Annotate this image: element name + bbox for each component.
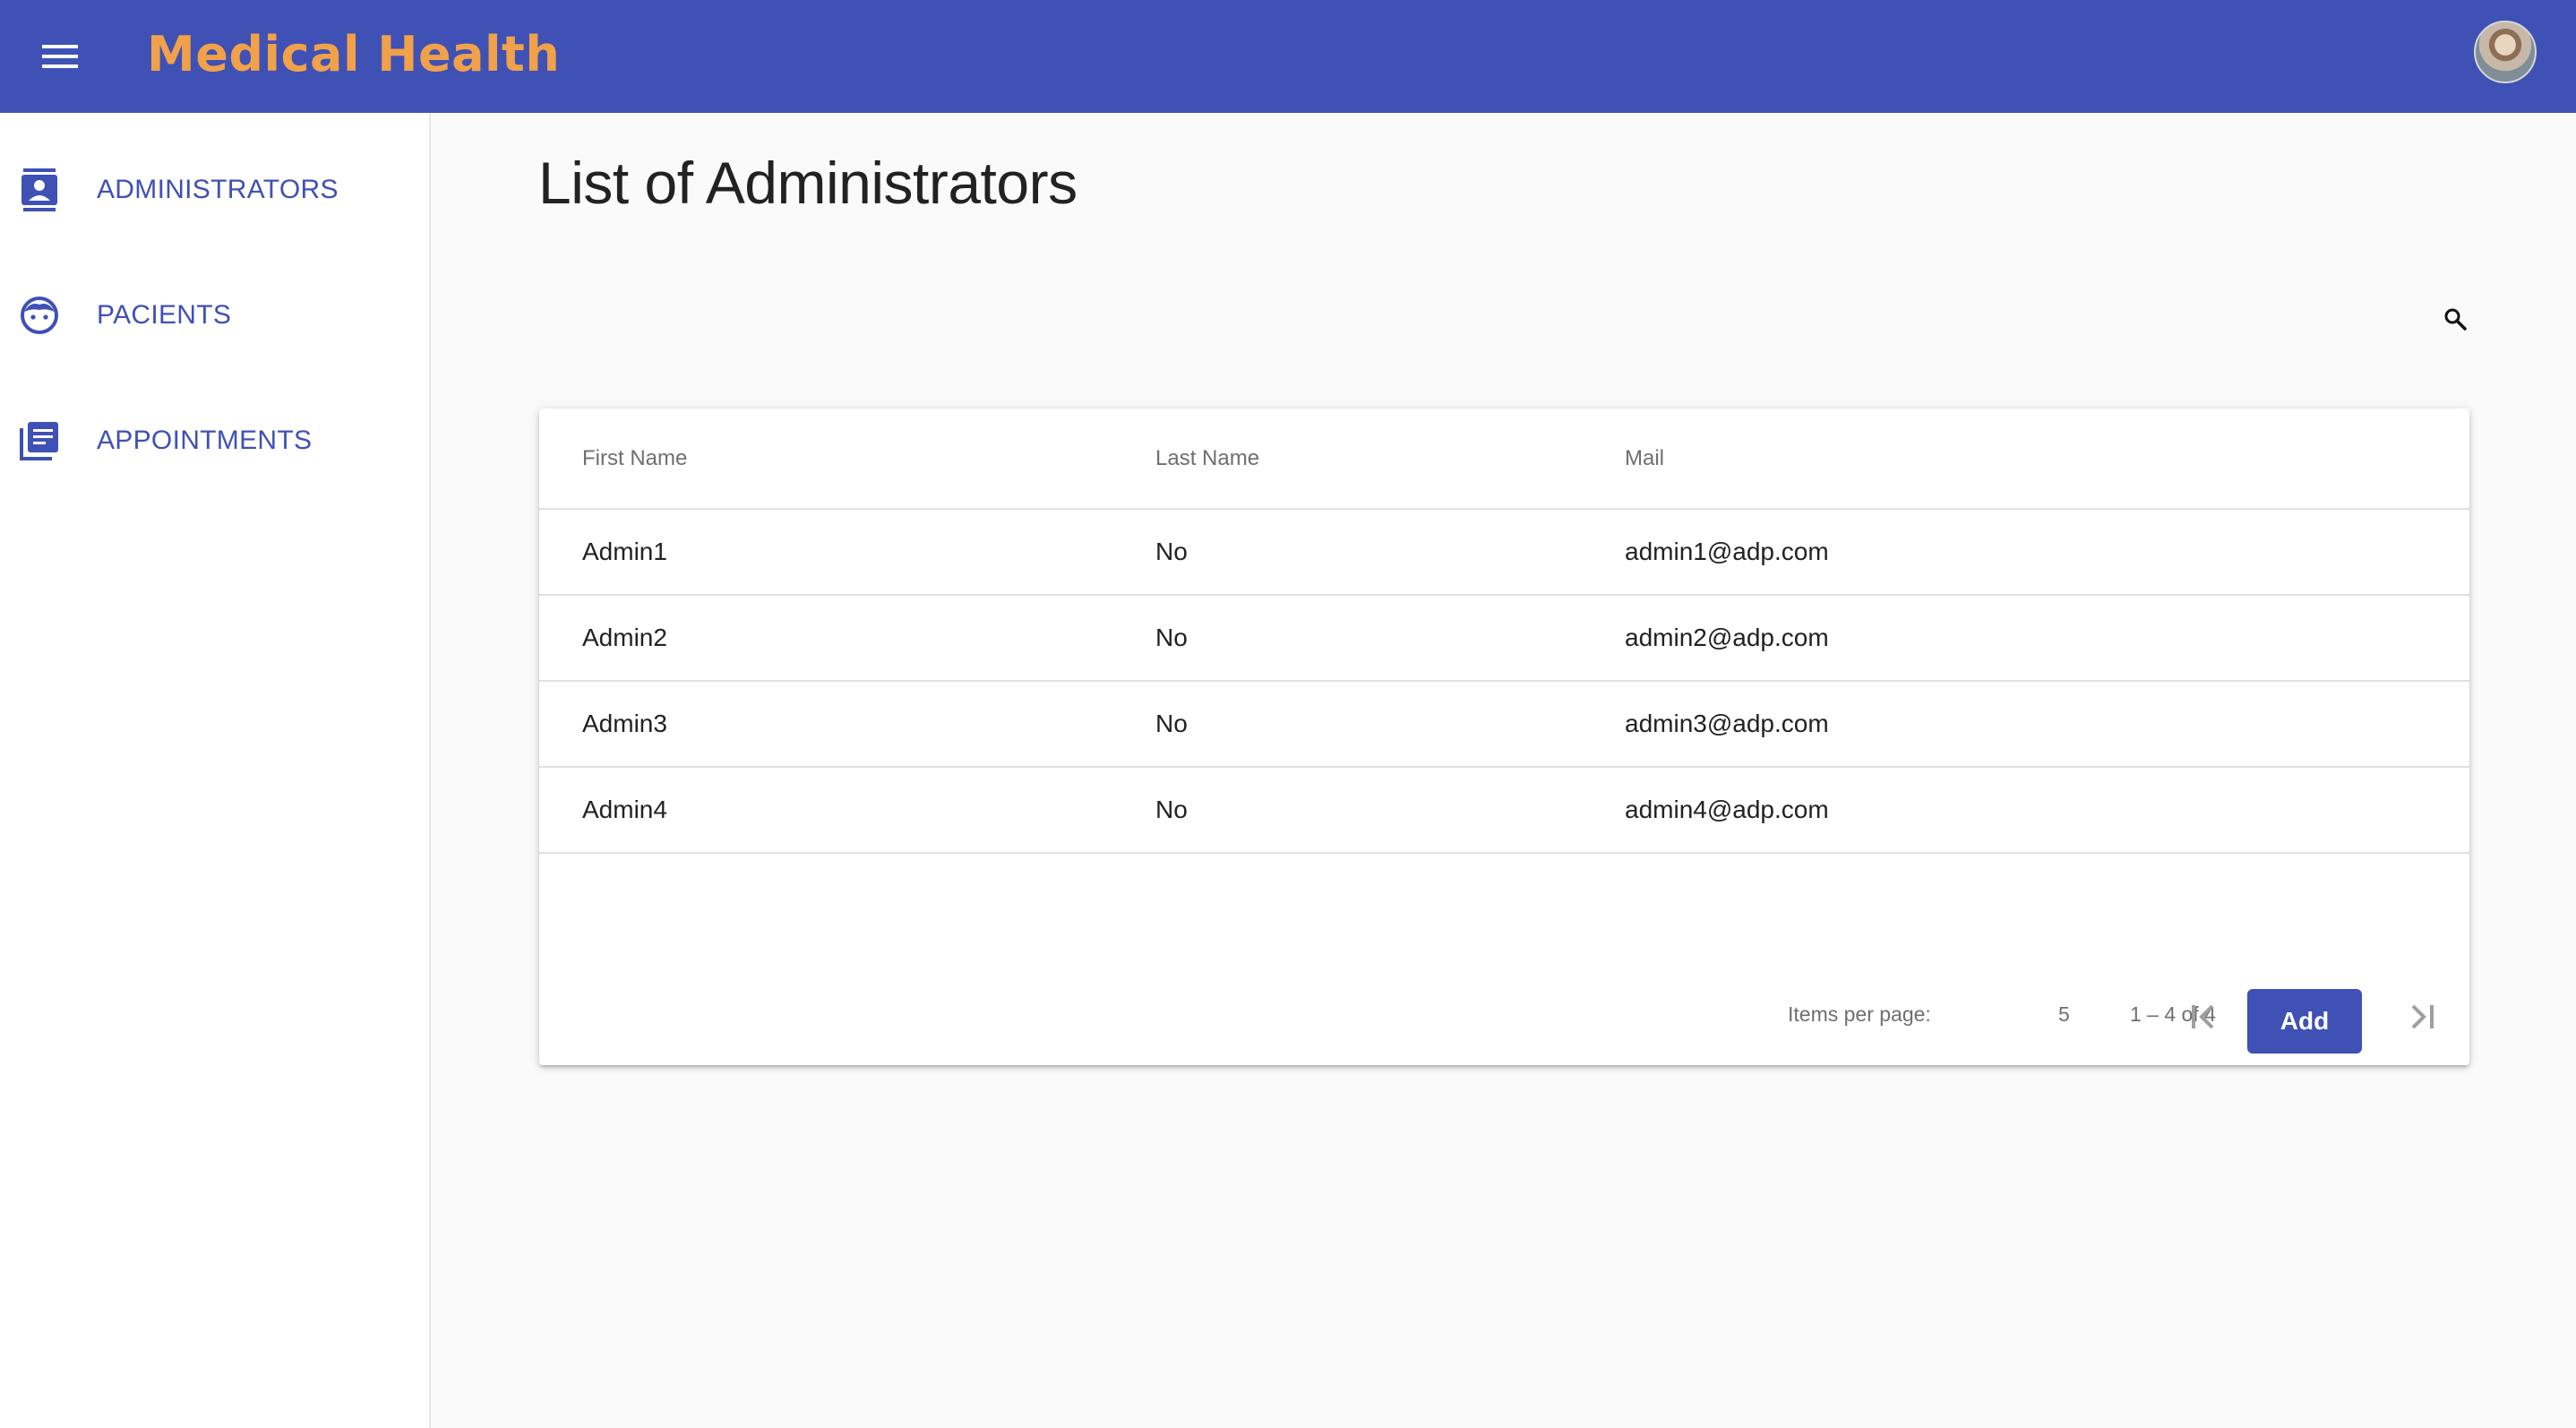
cell-first-name: Admin3	[539, 681, 1155, 768]
items-per-page-label: Items per page:	[1788, 1002, 1931, 1026]
administrators-table: First Name Last Name Mail Admin1 No admi…	[539, 409, 2469, 854]
add-button[interactable]: Add	[2247, 989, 2362, 1054]
app-title: Medical Health	[147, 26, 561, 82]
user-avatar[interactable]	[2474, 21, 2537, 83]
sidebar-item-administrators[interactable]: ADMINISTRATORS	[0, 145, 430, 235]
sidebar-item-label: ADMINISTRATORS	[97, 175, 339, 204]
first-page-icon	[2192, 1004, 2214, 1029]
cell-mail: admin1@adp.com	[1625, 509, 2469, 596]
column-header-first-name[interactable]: First Name	[539, 409, 1155, 510]
page-size-select[interactable]: 5	[2058, 1002, 2070, 1027]
sidebar-item-pacients[interactable]: PACIENTS	[0, 271, 430, 360]
table-header-row: First Name Last Name Mail	[539, 409, 2469, 510]
sidebar-item-label: APPOINTMENTS	[97, 426, 313, 455]
first-page-button[interactable]	[2180, 992, 2230, 1042]
table-row[interactable]: Admin2 No admin2@adp.com	[539, 595, 2469, 682]
cell-last-name: No	[1155, 681, 1625, 768]
contact-card-icon	[20, 168, 59, 211]
table-row[interactable]: Admin1 No admin1@adp.com	[539, 509, 2469, 596]
sidebar-item-label: PACIENTS	[97, 300, 232, 330]
administrators-table-card: First Name Last Name Mail Admin1 No admi…	[539, 409, 2469, 1065]
search-icon	[2444, 308, 2467, 331]
table-row[interactable]: Admin4 No admin4@adp.com	[539, 767, 2469, 854]
table-row[interactable]: Admin3 No admin3@adp.com	[539, 681, 2469, 768]
cell-last-name: No	[1155, 767, 1625, 854]
cell-mail: admin2@adp.com	[1625, 595, 2469, 682]
sidebar-item-appointments[interactable]: APPOINTMENTS	[0, 396, 430, 486]
library-books-icon	[20, 421, 59, 460]
last-page-icon	[2411, 1004, 2434, 1029]
search-button[interactable]	[2428, 292, 2482, 346]
menu-button[interactable]	[32, 29, 88, 84]
cell-mail: admin4@adp.com	[1625, 767, 2469, 854]
main-content: List of Administrators First Name Last N…	[431, 113, 2576, 1428]
face-icon	[20, 296, 59, 335]
menu-icon	[42, 45, 78, 68]
paginator: Items per page: 5 1 – 4 of 4	[539, 965, 2469, 1065]
cell-mail: admin3@adp.com	[1625, 681, 2469, 768]
cell-first-name: Admin2	[539, 595, 1155, 682]
cell-first-name: Admin4	[539, 767, 1155, 854]
cell-last-name: No	[1155, 509, 1625, 596]
last-page-button[interactable]	[2395, 992, 2445, 1042]
side-navigation: ADMINISTRATORS PACIENTS APPOINTMENTS	[0, 113, 431, 1428]
column-header-mail[interactable]: Mail	[1625, 409, 2469, 510]
top-toolbar: Medical Health	[0, 0, 2576, 113]
page-title: List of Administrators	[538, 150, 1078, 216]
cell-first-name: Admin1	[539, 509, 1155, 596]
column-header-last-name[interactable]: Last Name	[1155, 409, 1625, 510]
cell-last-name: No	[1155, 595, 1625, 682]
